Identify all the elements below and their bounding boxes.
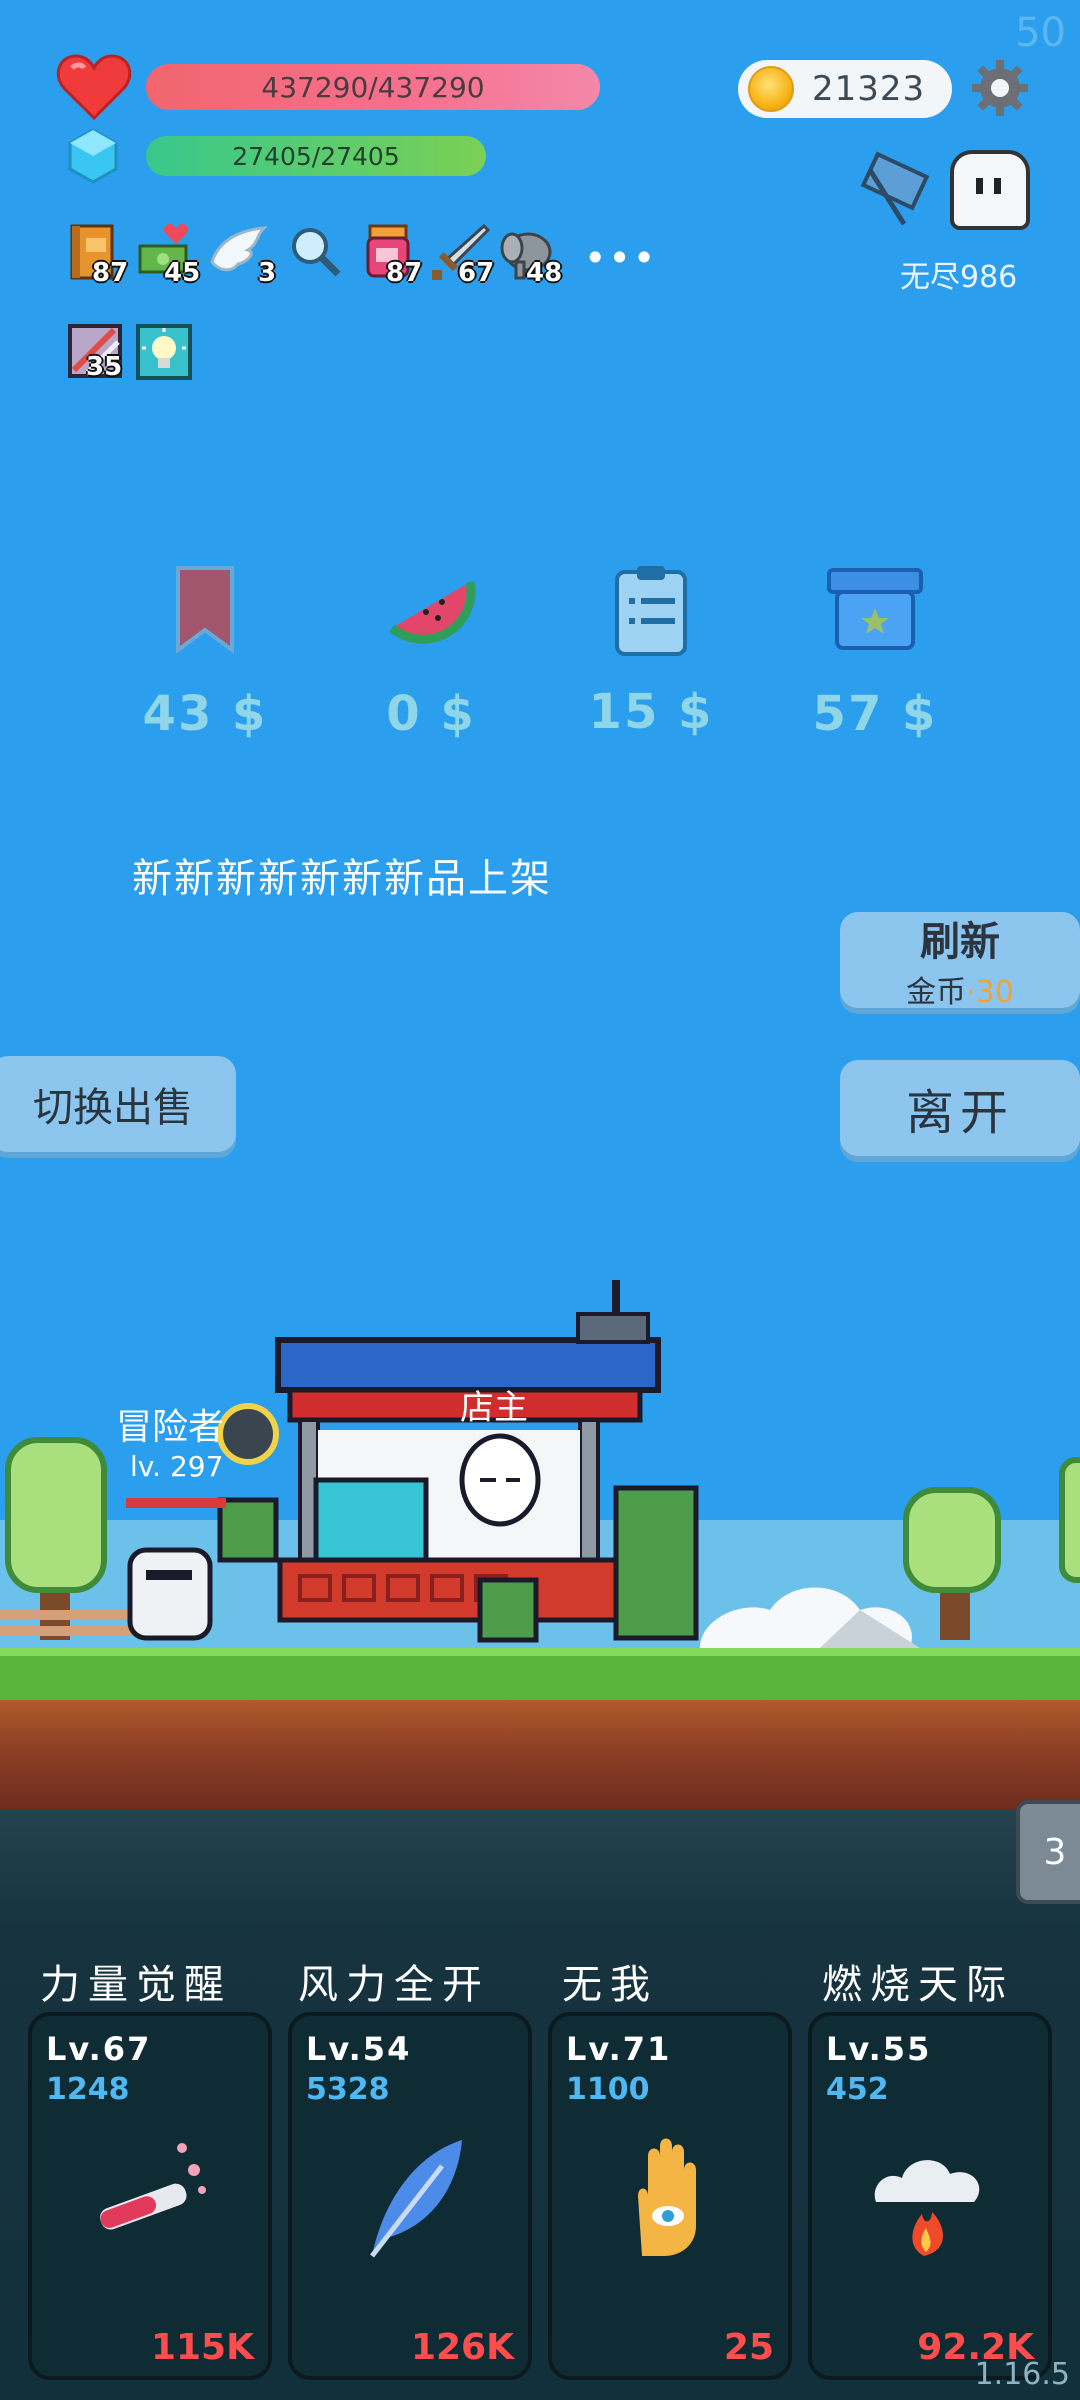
ghost-eye bbox=[994, 178, 1001, 194]
ghost-eye bbox=[976, 178, 983, 194]
adventurer-name: 冒险者 bbox=[116, 1407, 225, 1448]
ghost-avatar-icon[interactable] bbox=[950, 150, 1030, 230]
treasure-box-icon bbox=[827, 568, 923, 650]
mana-crystal-icon bbox=[68, 128, 118, 184]
skill-card[interactable]: Lv.55 452 92.2K bbox=[808, 2012, 1052, 2380]
hp-bar: 437290/437290 bbox=[146, 64, 600, 110]
skill-damage: 126K bbox=[410, 2327, 514, 2368]
skill-value: 1100 bbox=[566, 2072, 650, 2107]
coin-icon bbox=[748, 66, 794, 112]
skill-card[interactable]: Lv.54 5328 126K bbox=[288, 2012, 532, 2380]
item-count: 3 bbox=[258, 258, 277, 288]
heart-icon bbox=[56, 54, 132, 121]
potion-tube-icon bbox=[100, 2143, 206, 2230]
clipboard-icon bbox=[615, 566, 687, 656]
adventurer-level: lv. 297 bbox=[130, 1450, 224, 1483]
shop-item-clipboard[interactable]: 15 $ bbox=[576, 564, 726, 740]
shop-item-treasure-box[interactable]: 57 $ bbox=[800, 564, 950, 742]
skill-card[interactable]: Lv.71 1100 25 bbox=[548, 2012, 792, 2380]
shop-item-watermelon[interactable]: 0 $ bbox=[356, 564, 506, 742]
skill-value: 5328 bbox=[306, 2072, 390, 2107]
coin-amount: 21323 bbox=[812, 69, 926, 109]
fps-counter: 50 bbox=[1015, 10, 1066, 56]
coin-counter[interactable]: 21323 bbox=[738, 60, 952, 118]
skill-level: Lv.71 bbox=[566, 2030, 672, 2068]
endless-mode-label: 无尽986 bbox=[900, 260, 1018, 295]
skill-damage: 115K bbox=[150, 2327, 254, 2368]
item-count: 87 bbox=[386, 258, 423, 288]
skill-name: 燃烧天际 bbox=[822, 1962, 1014, 2008]
mana-bar: 27405/27405 bbox=[146, 136, 486, 176]
item-count: 67 bbox=[458, 258, 495, 288]
refresh-label: 刷新 bbox=[920, 919, 1000, 965]
grass-ground bbox=[0, 1648, 1080, 1706]
shopkeeper-label: 店主 bbox=[460, 1388, 528, 1428]
item-count: 48 bbox=[526, 258, 563, 288]
watermelon-icon bbox=[389, 581, 476, 644]
hand-eye-icon bbox=[638, 2138, 696, 2256]
gear-icon[interactable] bbox=[970, 58, 1030, 118]
skill-value: 452 bbox=[826, 2072, 889, 2107]
skill-damage: 25 bbox=[723, 2327, 774, 2368]
shop-item-bookmark[interactable]: 43 $ bbox=[130, 564, 280, 742]
magnifier-icon[interactable] bbox=[286, 222, 346, 282]
switch-sell-button[interactable]: 切换出售 bbox=[0, 1056, 236, 1152]
more-items-button[interactable]: ••• bbox=[584, 236, 657, 280]
skill-level: Lv.67 bbox=[46, 2030, 152, 2068]
side-tab[interactable]: 3 bbox=[1016, 1800, 1080, 1904]
flag-icon[interactable] bbox=[860, 150, 942, 230]
version-label: 1.16.5 bbox=[974, 2357, 1070, 2392]
item-count: 35 bbox=[86, 352, 123, 382]
dirt-layer bbox=[0, 1700, 1080, 1810]
skill-level: Lv.54 bbox=[306, 2030, 412, 2068]
fire-cloud-icon bbox=[874, 2160, 980, 2256]
leave-button[interactable]: 离开 bbox=[840, 1060, 1080, 1156]
skill-card[interactable]: Lv.67 1248 115K bbox=[28, 2012, 272, 2380]
skill-name: 风力全开 bbox=[298, 1962, 490, 2008]
item-count: 45 bbox=[164, 258, 201, 288]
skill-value: 1248 bbox=[46, 2072, 130, 2107]
skill-name: 无我 bbox=[562, 1962, 658, 2008]
shop-item-price: 0 $ bbox=[386, 686, 476, 742]
item-count: 87 bbox=[92, 258, 129, 288]
shop-item-price: 15 $ bbox=[588, 684, 714, 740]
refresh-button[interactable]: 刷新 金币·30 bbox=[840, 912, 1080, 1010]
skill-level: Lv.55 bbox=[826, 2030, 932, 2068]
skill-name: 力量觉醒 bbox=[40, 1962, 232, 2008]
refresh-cost: 金币·30 bbox=[906, 975, 1014, 1010]
shop-banner: 新新新新新新新品上架 bbox=[132, 856, 552, 902]
bookmark-icon bbox=[176, 566, 234, 654]
shop-item-price: 43 $ bbox=[142, 686, 268, 742]
feather-icon bbox=[370, 2140, 462, 2258]
shop-item-price: 57 $ bbox=[812, 686, 938, 742]
lightbulb-icon[interactable] bbox=[134, 322, 194, 382]
